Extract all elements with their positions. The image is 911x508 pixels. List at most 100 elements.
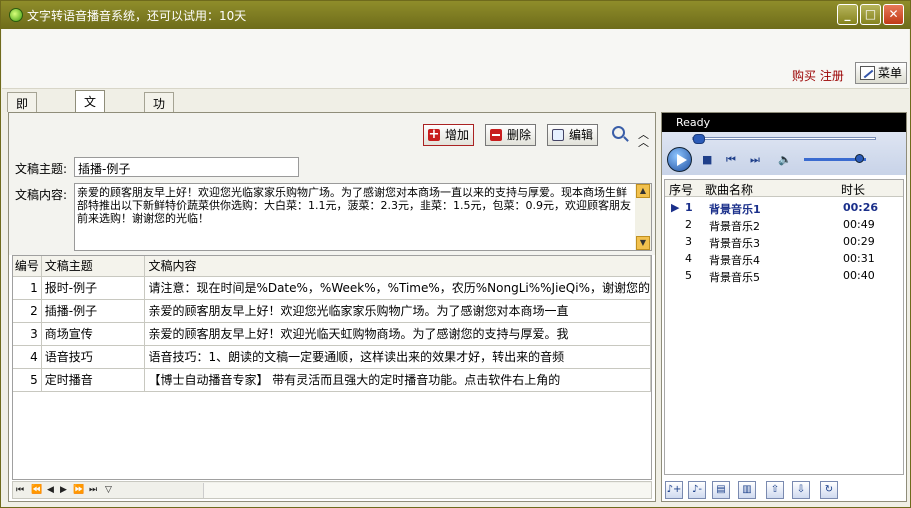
play-icon[interactable] <box>667 147 692 172</box>
playlist-col-duration[interactable]: 时长 <box>841 181 865 198</box>
cell-subject: 定时播音 <box>41 368 146 392</box>
playlist-item[interactable]: 2 背景音乐2 00:49 <box>665 216 903 233</box>
app-icon <box>9 8 23 22</box>
playlist-item[interactable]: 5 背景音乐5 00:40 <box>665 267 903 284</box>
move-up-icon[interactable]: ⇧ <box>766 481 784 499</box>
table-row[interactable]: 5 定时播音 【博士自动播音专家】 带有灵活而且强大的定时播音功能。点击软件右上… <box>13 368 651 392</box>
content-scrollbar[interactable]: ▲ ▼ <box>635 184 651 250</box>
media-player: Ready ■ ⏮ ⏭ 🔈 <box>662 113 906 175</box>
subject-label: 文稿主题: <box>15 162 68 176</box>
script-form: 文稿主题: 插播-例子 文稿内容: 亲爱的顾客朋友早上好！欢迎您光临家家乐购物广… <box>9 151 655 255</box>
cell-id: 1 <box>13 276 42 300</box>
menu-button-label: 菜单 <box>878 66 903 80</box>
tab-function-settings[interactable]: 功能设置 <box>144 92 175 162</box>
track-name: 背景音乐2 <box>709 220 760 233</box>
cell-content: 亲爱的顾客朋友早上好！欢迎您光临家家乐购物广场。为了感谢您对本商场一直 <box>144 299 651 323</box>
remove-music-icon[interactable]: ♪- <box>688 481 706 499</box>
track-no: 4 <box>685 252 692 265</box>
player-status: Ready <box>662 113 906 132</box>
playlist-item[interactable]: 3 背景音乐3 00:29 <box>665 233 903 250</box>
volume-thumb[interactable] <box>854 154 864 163</box>
cell-id: 3 <box>13 322 42 346</box>
cell-subject: 语音技巧 <box>41 345 146 369</box>
content-textarea[interactable]: 亲爱的顾客朋友早上好！欢迎您光临家家乐购物广场。为了感谢您对本商场一直以来的支持… <box>74 183 652 251</box>
table-header: 编号 文稿主题 文稿内容 <box>13 256 651 277</box>
track-duration: 00:26 <box>843 201 879 214</box>
cell-content: 请注意：现在时间是%Date%，%Week%，%Time%，农历%NongLi%… <box>144 276 651 300</box>
cell-id: 4 <box>13 345 42 369</box>
filter-icon[interactable]: ▽ <box>105 485 112 495</box>
trash-icon[interactable]: ▥ <box>738 481 756 499</box>
speaker-icon[interactable]: 🔈 <box>778 153 792 166</box>
prior-page-icon[interactable]: ⏪ <box>31 485 42 495</box>
volume-slider[interactable] <box>804 154 866 163</box>
seek-thumb[interactable] <box>693 134 705 144</box>
table-row[interactable]: 4 语音技巧 语音技巧：1、朗读的文稿一定要通顺，这样读出来的效果才好，转出来的… <box>13 345 651 369</box>
cell-subject: 插播-例子 <box>41 299 146 323</box>
maximize-button[interactable]: □ <box>860 4 881 25</box>
scroll-down-icon[interactable]: ▼ <box>636 236 650 250</box>
subject-input[interactable]: 插播-例子 <box>74 157 299 177</box>
playlist-col-no[interactable]: 序号 <box>669 181 693 198</box>
tab-script-maintenance[interactable]: 文稿维护 <box>75 90 106 160</box>
content-text: 亲爱的顾客朋友早上好！欢迎您光临家家乐购物广场。为了感谢您对本商场一直以来的支持… <box>77 186 631 225</box>
playlist-item[interactable]: ▶ 1 背景音乐1 00:26 <box>665 199 903 216</box>
first-record-icon[interactable]: ⏮ <box>16 485 24 495</box>
script-toolbar: 增加 删除 编辑 ︿︿ <box>9 113 655 151</box>
current-track-icon: ▶ <box>671 201 680 214</box>
cell-id: 5 <box>13 368 42 392</box>
edit-button[interactable]: 编辑 <box>547 124 599 146</box>
menu-button[interactable]: 菜单 <box>855 62 907 84</box>
edit-menu-icon <box>860 66 875 80</box>
search-icon[interactable] <box>612 126 625 139</box>
track-duration: 00:31 <box>843 252 875 265</box>
playlist-col-name[interactable]: 歌曲名称 <box>705 181 753 198</box>
table-horizontal-scrollbar[interactable] <box>203 483 651 498</box>
table-row[interactable]: 1 报时-例子 请注意：现在时间是%Date%，%Week%，%Time%，农历… <box>13 276 651 300</box>
title-bar[interactable]: 文字转语音播音系统，还可以试用：10天 _ □ ✕ <box>1 1 910 29</box>
buy-register-link[interactable]: 购买 注册 <box>792 67 844 84</box>
collapse-icon[interactable]: ︿ ︿ <box>638 129 649 148</box>
last-record-icon[interactable]: ⏭ <box>89 485 97 495</box>
stop-icon[interactable]: ■ <box>702 153 712 166</box>
music-panel: Ready ■ ⏮ ⏭ 🔈 序号 歌曲名称 时长 ▶ 1 背景音乐1 00:26… <box>661 112 907 502</box>
cell-content: 【博士自动播音专家】 带有灵活而且强大的定时播音功能。点击软件右上角的 <box>144 368 651 392</box>
close-button[interactable]: ✕ <box>883 4 904 25</box>
track-duration: 00:29 <box>843 235 875 248</box>
main-window: 文字转语音播音系统，还可以试用：10天 _ □ ✕ 购买 注册 菜单 即时播音 … <box>0 0 911 508</box>
move-down-icon[interactable]: ⇩ <box>792 481 810 499</box>
prior-record-icon[interactable]: ◀ <box>47 485 54 495</box>
minus-icon <box>490 129 502 141</box>
table-row[interactable]: 3 商场宣传 亲爱的顾客朋友早上好！欢迎光临天虹购物商场。为了感谢您的支持与厚爱… <box>13 322 651 346</box>
next-record-icon[interactable]: ▶ <box>60 485 67 495</box>
seek-bar[interactable] <box>692 134 876 144</box>
cell-content: 语音技巧：1、朗读的文稿一定要通顺，这样读出来的效果才好，转出来的音频 <box>144 345 651 369</box>
track-name: 背景音乐4 <box>709 254 760 267</box>
column-header-content[interactable]: 文稿内容 <box>144 256 651 277</box>
previous-icon[interactable]: ⏮ <box>726 153 736 167</box>
add-music-icon[interactable]: ♪+ <box>665 481 683 499</box>
playlist-item[interactable]: 4 背景音乐4 00:31 <box>665 250 903 267</box>
minimize-button[interactable]: _ <box>837 4 858 25</box>
track-duration: 00:49 <box>843 218 875 231</box>
add-folder-icon[interactable]: ▤ <box>712 481 730 499</box>
plus-icon <box>428 125 440 145</box>
track-name: 背景音乐1 <box>709 203 761 216</box>
playlist: 序号 歌曲名称 时长 ▶ 1 背景音乐1 00:26 2 背景音乐2 00:49… <box>664 179 904 475</box>
delete-button[interactable]: 删除 <box>485 124 537 146</box>
scroll-up-icon[interactable]: ▲ <box>636 184 650 198</box>
loop-icon[interactable]: ↻ <box>820 481 838 499</box>
track-duration: 00:40 <box>843 269 875 282</box>
column-header-subject[interactable]: 文稿主题 <box>41 256 146 277</box>
cell-id: 2 <box>13 299 42 323</box>
next-page-icon[interactable]: ⏩ <box>73 485 84 495</box>
tab-instant-broadcast[interactable]: 即时播音 <box>7 92 38 162</box>
window-title: 文字转语音播音系统，还可以试用：10天 <box>27 9 247 23</box>
track-no: 5 <box>685 269 692 282</box>
cell-subject: 报时-例子 <box>41 276 146 300</box>
table-row[interactable]: 2 插播-例子 亲爱的顾客朋友早上好！欢迎您光临家家乐购物广场。为了感谢您对本商… <box>13 299 651 323</box>
track-no: 1 <box>685 201 693 214</box>
next-icon[interactable]: ⏭ <box>750 153 760 167</box>
add-button[interactable]: 增加 <box>423 124 475 146</box>
column-header-id[interactable]: 编号 <box>13 256 42 277</box>
